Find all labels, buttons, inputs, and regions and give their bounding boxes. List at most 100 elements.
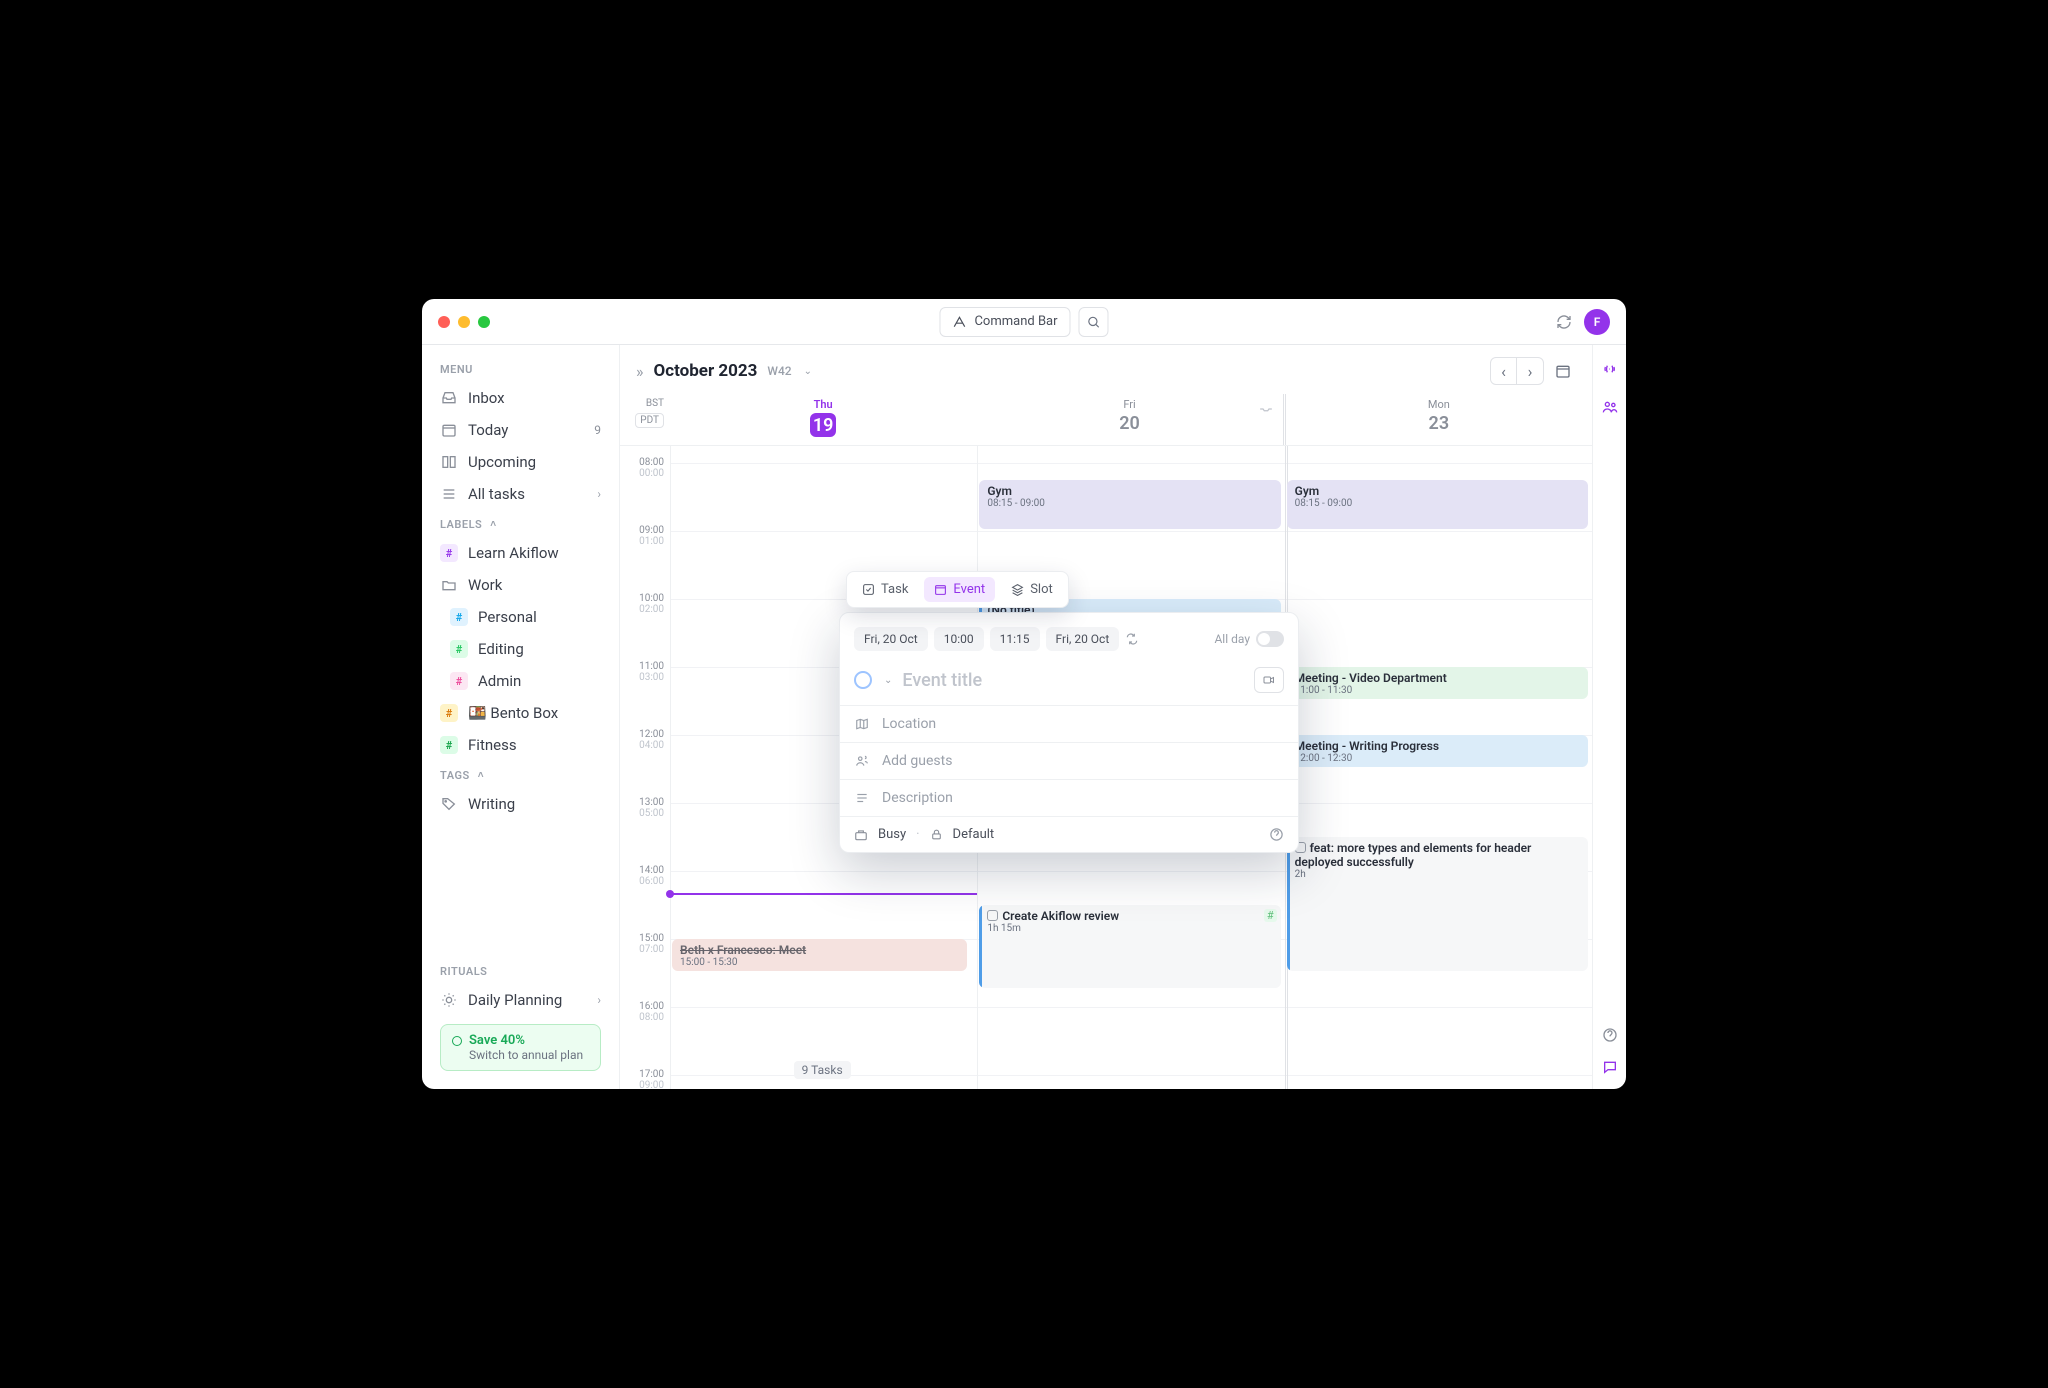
location-field[interactable]: Location bbox=[840, 706, 1298, 742]
popup-tabs: Task Event Slot bbox=[846, 571, 1069, 608]
end-time-chip[interactable]: 11:15 bbox=[990, 627, 1040, 651]
hash-icon: # bbox=[440, 704, 458, 722]
hash-icon: # bbox=[1264, 909, 1277, 922]
repeat-icon[interactable] bbox=[1125, 632, 1139, 646]
tags-header[interactable]: TAGS˄ bbox=[432, 761, 609, 788]
help-icon[interactable] bbox=[1602, 1027, 1618, 1043]
titlebar: Command Bar F bbox=[422, 299, 1626, 345]
inbox-icon bbox=[1259, 404, 1273, 414]
minimize-window-icon[interactable] bbox=[458, 316, 470, 328]
search-icon bbox=[1087, 315, 1101, 329]
create-event-popup: Task Event Slot Fri, 20 Oct 10:00 11:15 bbox=[839, 612, 1299, 853]
label-personal[interactable]: # Personal bbox=[442, 601, 609, 633]
start-time-chip[interactable]: 10:00 bbox=[934, 627, 984, 651]
label-admin[interactable]: # Admin bbox=[442, 665, 609, 697]
label-learn-akiflow[interactable]: # Learn Akiflow bbox=[432, 537, 609, 569]
week-label: W42 bbox=[767, 364, 791, 378]
now-line bbox=[670, 893, 977, 895]
close-window-icon[interactable] bbox=[438, 316, 450, 328]
help-icon[interactable] bbox=[1269, 827, 1284, 842]
calendar-header: » October 2023 W42 ⌄ ‹ › bbox=[620, 345, 1592, 394]
description-field[interactable]: Description bbox=[840, 780, 1298, 816]
tz-pdt[interactable]: PDT bbox=[635, 413, 664, 428]
label-bento-box[interactable]: # 🍱 Bento Box bbox=[432, 697, 609, 729]
event-video-meeting[interactable]: Meeting - Video Department 11:00 - 11:30 bbox=[1287, 667, 1588, 699]
command-icon bbox=[952, 315, 966, 329]
text-icon bbox=[854, 791, 870, 805]
chevron-down-icon[interactable]: ⌄ bbox=[804, 366, 812, 377]
task-count-badge[interactable]: 9 Tasks bbox=[794, 1061, 851, 1079]
start-date-chip[interactable]: Fri, 20 Oct bbox=[854, 627, 928, 651]
inbox-icon bbox=[440, 389, 458, 407]
event-review[interactable]: # Create Akiflow review 1h 15m bbox=[979, 905, 1280, 988]
hash-icon: # bbox=[440, 544, 458, 562]
today-count-badge: 9 bbox=[594, 423, 601, 437]
event-gym-fri[interactable]: Gym 08:15 - 09:00 bbox=[979, 480, 1280, 529]
day-header-mon[interactable]: Mon 23 bbox=[1283, 394, 1592, 445]
lock-icon bbox=[930, 828, 943, 841]
list-icon bbox=[440, 485, 458, 503]
today-button[interactable] bbox=[1550, 358, 1576, 384]
label-fitness[interactable]: # Fitness bbox=[432, 729, 609, 761]
day-header-fri[interactable]: Fri 20 bbox=[976, 394, 1282, 445]
chevron-down-icon[interactable]: ⌄ bbox=[884, 675, 892, 686]
avatar[interactable]: F bbox=[1584, 309, 1610, 335]
tag-icon bbox=[440, 795, 458, 813]
menu-header: MENU bbox=[432, 355, 609, 382]
calendar-icon bbox=[934, 583, 947, 596]
chat-icon[interactable] bbox=[1602, 1059, 1618, 1075]
event-gym-mon[interactable]: Gym 08:15 - 09:00 bbox=[1287, 480, 1588, 529]
broadcast-icon[interactable] bbox=[1602, 361, 1618, 377]
busy-status[interactable]: Busy bbox=[878, 827, 906, 842]
prev-button[interactable]: ‹ bbox=[1491, 358, 1517, 384]
sun-icon bbox=[440, 991, 458, 1009]
checkbox-icon bbox=[987, 910, 998, 921]
next-button[interactable]: › bbox=[1517, 358, 1543, 384]
sidebar-item-today[interactable]: Today 9 bbox=[432, 414, 609, 446]
calendar-title: October 2023 bbox=[654, 361, 758, 381]
command-bar-label: Command Bar bbox=[974, 314, 1057, 329]
event-title-input[interactable] bbox=[902, 670, 1244, 691]
fullscreen-window-icon[interactable] bbox=[478, 316, 490, 328]
allday-label: All day bbox=[1214, 632, 1250, 646]
guests-field[interactable]: Add guests bbox=[840, 743, 1298, 779]
layers-icon bbox=[1011, 583, 1024, 596]
sidebar-item-all-tasks[interactable]: All tasks › bbox=[432, 478, 609, 510]
sidebar-item-upcoming[interactable]: Upcoming bbox=[432, 446, 609, 478]
chevron-up-icon: ˄ bbox=[478, 770, 484, 781]
command-bar-button[interactable]: Command Bar bbox=[939, 307, 1070, 337]
sidebar-item-inbox[interactable]: Inbox bbox=[432, 382, 609, 414]
label-editing[interactable]: # Editing bbox=[442, 633, 609, 665]
video-call-button[interactable] bbox=[1254, 667, 1284, 693]
calendar-today-icon bbox=[440, 421, 458, 439]
discount-icon bbox=[451, 1035, 463, 1047]
ritual-daily-planning[interactable]: Daily Planning › bbox=[432, 984, 609, 1016]
sync-icon[interactable] bbox=[1556, 314, 1572, 330]
visibility-status[interactable]: Default bbox=[953, 827, 995, 842]
day-header-thu[interactable]: Thu 19 bbox=[670, 394, 976, 445]
folder-icon bbox=[440, 576, 458, 594]
promo-banner[interactable]: Save 40% Switch to annual plan bbox=[440, 1024, 601, 1071]
tag-writing[interactable]: Writing bbox=[432, 788, 609, 820]
color-picker-icon[interactable] bbox=[854, 671, 872, 689]
video-icon bbox=[1262, 674, 1276, 686]
rituals-header: RITUALS bbox=[432, 957, 609, 984]
labels-header[interactable]: LABELS˄ bbox=[432, 510, 609, 537]
tab-task[interactable]: Task bbox=[852, 577, 918, 602]
allday-toggle[interactable] bbox=[1256, 631, 1284, 647]
end-date-chip[interactable]: Fri, 20 Oct bbox=[1046, 627, 1120, 651]
event-beth-meeting[interactable]: Beth x Francesco: Meet 15:00 - 15:30 bbox=[672, 939, 967, 971]
event-feat[interactable]: feat: more types and elements for header… bbox=[1287, 837, 1588, 971]
expand-icon[interactable]: » bbox=[636, 362, 644, 381]
event-writing-meeting[interactable]: Meeting - Writing Progress 12:00 - 12:30 bbox=[1287, 735, 1588, 767]
tab-event[interactable]: Event bbox=[924, 577, 995, 602]
hash-icon: # bbox=[450, 672, 468, 690]
day-header-row: BST PDT Thu 19 Fri 20 Mon 23 bbox=[620, 394, 1592, 446]
tab-slot[interactable]: Slot bbox=[1001, 577, 1063, 602]
people-icon[interactable] bbox=[1602, 399, 1618, 415]
label-work[interactable]: Work bbox=[432, 569, 609, 601]
chevron-right-icon: › bbox=[597, 993, 601, 1007]
search-button[interactable] bbox=[1079, 307, 1109, 337]
hash-icon: # bbox=[450, 608, 468, 626]
tz-bst: BST bbox=[646, 398, 664, 409]
